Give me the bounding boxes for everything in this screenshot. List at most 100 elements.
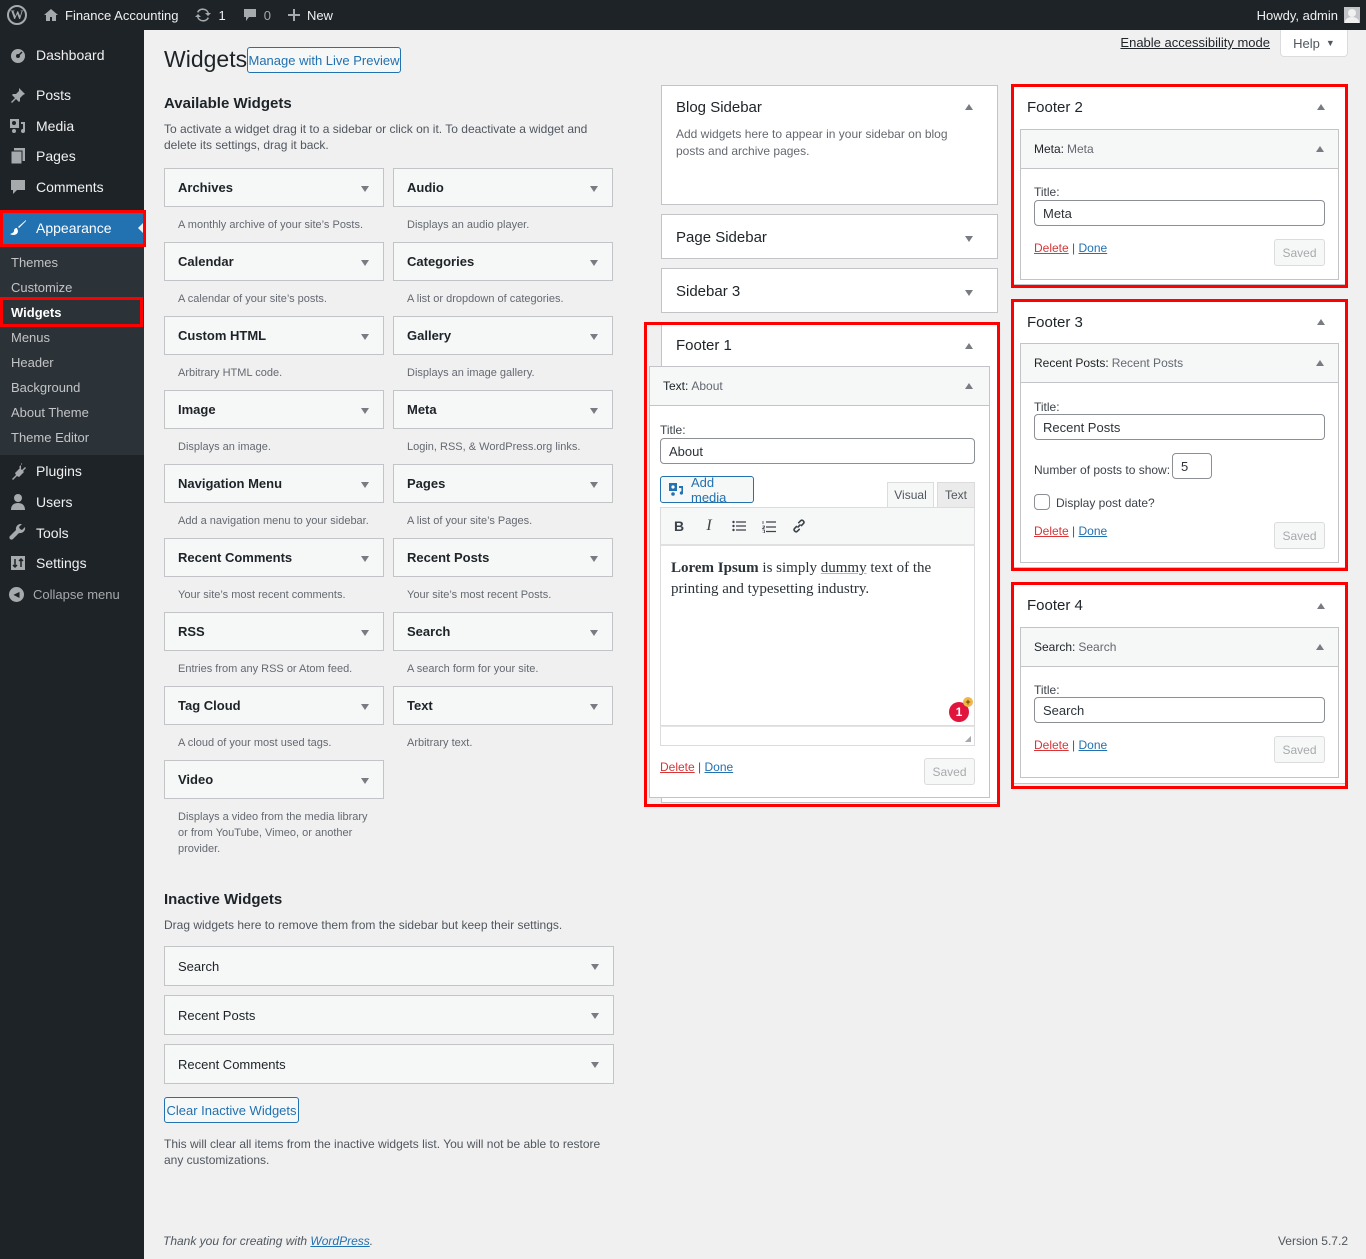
sidebar-title[interactable]: Footer 3 xyxy=(1027,314,1083,331)
clear-inactive-widgets-button[interactable]: Clear Inactive Widgets xyxy=(164,1097,299,1123)
available-widget-video[interactable]: Video xyxy=(164,760,384,799)
saved-button[interactable]: Saved xyxy=(1274,522,1325,549)
available-widget-recent-posts[interactable]: Recent Posts xyxy=(393,538,613,577)
expand-arrow-icon[interactable] xyxy=(361,260,369,266)
wp-logo-menu[interactable]: W xyxy=(0,0,35,30)
numbered-list-icon[interactable] xyxy=(755,512,783,540)
sidebar-page[interactable]: Page Sidebar xyxy=(661,214,998,259)
title-input[interactable] xyxy=(660,438,975,464)
available-widget-audio[interactable]: Audio xyxy=(393,168,613,207)
expand-arrow-icon[interactable] xyxy=(361,778,369,784)
available-widget-navigation-menu[interactable]: Navigation Menu xyxy=(164,464,384,503)
menu-item-settings[interactable]: Settings xyxy=(0,546,144,580)
expand-arrow-icon[interactable] xyxy=(590,556,598,562)
tab-visual[interactable]: Visual xyxy=(887,482,934,508)
saved-button[interactable]: Saved xyxy=(1274,239,1325,266)
sidebar-title[interactable]: Blog Sidebar xyxy=(676,99,762,116)
menu-item-comments[interactable]: Comments xyxy=(0,170,144,204)
help-tab-button[interactable]: Help ▼ xyxy=(1280,30,1348,57)
inactive-widget-recent-comments[interactable]: Recent Comments xyxy=(164,1044,614,1084)
collapse-arrow-icon[interactable] xyxy=(1316,360,1324,366)
title-input[interactable] xyxy=(1034,200,1325,226)
submenu-item-widgets[interactable]: Widgets xyxy=(11,305,61,320)
done-link[interactable]: Done xyxy=(1078,524,1107,538)
available-widget-text[interactable]: Text xyxy=(393,686,613,725)
widget-header-meta[interactable]: Meta: Meta xyxy=(1020,129,1339,169)
inactive-widget-recent-posts[interactable]: Recent Posts xyxy=(164,995,614,1035)
done-link[interactable]: Done xyxy=(1078,241,1107,255)
expand-arrow-icon[interactable] xyxy=(361,334,369,340)
delete-link[interactable]: Delete xyxy=(1034,738,1069,752)
done-link[interactable]: Done xyxy=(704,760,733,774)
inactive-widget-search[interactable]: Search xyxy=(164,946,614,986)
tab-text[interactable]: Text xyxy=(937,482,975,508)
display-post-date-checkbox[interactable] xyxy=(1034,494,1050,510)
submenu-item-themes[interactable]: Themes xyxy=(11,255,58,270)
expand-arrow-icon[interactable] xyxy=(590,482,598,488)
sidebar-title[interactable]: Footer 2 xyxy=(1027,99,1083,116)
collapse-arrow-icon[interactable] xyxy=(1316,644,1324,650)
sidebar-title[interactable]: Footer 4 xyxy=(1027,597,1083,614)
widget-header-text-about[interactable]: Text: About xyxy=(649,366,990,406)
available-widget-tag-cloud[interactable]: Tag Cloud xyxy=(164,686,384,725)
collapse-arrow-icon[interactable] xyxy=(965,343,973,349)
expand-arrow-icon[interactable] xyxy=(591,1062,599,1068)
menu-item-media[interactable]: Media xyxy=(0,109,144,143)
menu-item-appearance[interactable]: Appearance xyxy=(0,211,144,245)
submenu-item-customize[interactable]: Customize xyxy=(11,280,72,295)
submenu-item-background[interactable]: Background xyxy=(11,380,80,395)
available-widget-gallery[interactable]: Gallery xyxy=(393,316,613,355)
delete-link[interactable]: Delete xyxy=(1034,524,1069,538)
my-account-menu[interactable]: Howdy, admin xyxy=(1249,0,1366,30)
submenu-item-about-theme[interactable]: About Theme xyxy=(11,405,89,420)
expand-arrow-icon[interactable] xyxy=(361,630,369,636)
collapse-menu-button[interactable]: ◀ Collapse menu xyxy=(0,577,144,611)
collapse-arrow-icon[interactable] xyxy=(1316,146,1324,152)
collapse-arrow-icon[interactable] xyxy=(1317,319,1325,325)
available-widget-image[interactable]: Image xyxy=(164,390,384,429)
available-widget-recent-comments[interactable]: Recent Comments xyxy=(164,538,384,577)
available-widget-archives[interactable]: Archives xyxy=(164,168,384,207)
expand-arrow-icon[interactable] xyxy=(965,236,973,242)
new-content-link[interactable]: New xyxy=(279,0,341,30)
expand-arrow-icon[interactable] xyxy=(590,704,598,710)
collapse-arrow-icon[interactable] xyxy=(965,104,973,110)
menu-item-tools[interactable]: Tools xyxy=(0,516,144,550)
expand-arrow-icon[interactable] xyxy=(965,290,973,296)
available-widget-categories[interactable]: Categories xyxy=(393,242,613,281)
available-widget-calendar[interactable]: Calendar xyxy=(164,242,384,281)
available-widget-meta[interactable]: Meta xyxy=(393,390,613,429)
manage-live-preview-button[interactable]: Manage with Live Preview xyxy=(247,47,401,73)
expand-arrow-icon[interactable] xyxy=(590,186,598,192)
expand-arrow-icon[interactable] xyxy=(590,260,598,266)
link-icon[interactable] xyxy=(785,512,813,540)
comments-link[interactable]: 0 xyxy=(234,0,279,30)
menu-item-pages[interactable]: Pages xyxy=(0,139,144,173)
italic-icon[interactable]: I xyxy=(695,512,723,540)
delete-link[interactable]: Delete xyxy=(1034,241,1069,255)
expand-arrow-icon[interactable] xyxy=(591,964,599,970)
widget-header-recent-posts[interactable]: Recent Posts: Recent Posts xyxy=(1020,343,1339,383)
available-widget-pages[interactable]: Pages xyxy=(393,464,613,503)
updates-link[interactable]: 1 xyxy=(186,0,233,30)
expand-arrow-icon[interactable] xyxy=(590,630,598,636)
expand-arrow-icon[interactable] xyxy=(361,704,369,710)
site-name-link[interactable]: Finance Accounting xyxy=(35,0,186,30)
menu-item-dashboard[interactable]: Dashboard xyxy=(0,38,144,72)
submenu-item-menus[interactable]: Menus xyxy=(11,330,50,345)
available-widget-rss[interactable]: RSS xyxy=(164,612,384,651)
submenu-item-header[interactable]: Header xyxy=(11,355,54,370)
bullet-list-icon[interactable] xyxy=(725,512,753,540)
number-posts-input[interactable] xyxy=(1172,453,1212,479)
expand-arrow-icon[interactable] xyxy=(361,482,369,488)
saved-button[interactable]: Saved xyxy=(1274,736,1325,763)
resize-handle-icon[interactable]: ◢ xyxy=(965,734,971,743)
done-link[interactable]: Done xyxy=(1078,738,1107,752)
menu-item-posts[interactable]: Posts xyxy=(0,78,144,112)
widget-header-search[interactable]: Search: Search xyxy=(1020,627,1339,667)
collapse-arrow-icon[interactable] xyxy=(965,383,973,389)
expand-arrow-icon[interactable] xyxy=(361,408,369,414)
add-media-button[interactable]: Add media xyxy=(660,475,754,505)
menu-item-plugins[interactable]: Plugins xyxy=(0,454,144,488)
collapse-arrow-icon[interactable] xyxy=(1317,104,1325,110)
